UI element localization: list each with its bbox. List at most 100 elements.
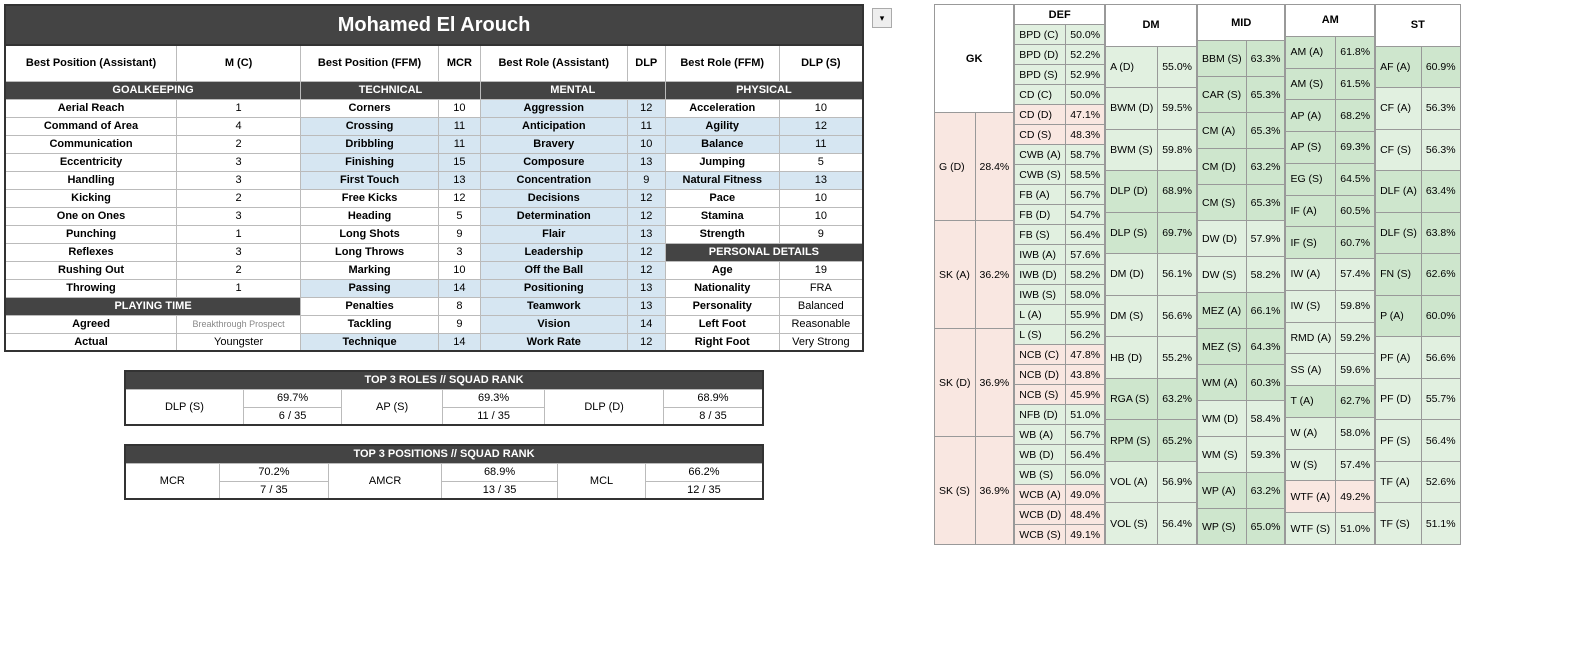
mental-attr-name: Bravery (480, 135, 627, 153)
dropdown-icon[interactable]: ▾ (872, 8, 892, 28)
mental-attr-name: Determination (480, 207, 627, 225)
mental-attr-name: Work Rate (480, 333, 627, 351)
role-name: BBM (S) (1198, 41, 1247, 77)
rolecol-gk: GKG (D)28.4%SK (A)36.2%SK (D)36.9%SK (S)… (934, 4, 1014, 545)
gk-attr-name: Handling (5, 171, 177, 189)
player-name[interactable]: Mohamed El Arouch (5, 5, 863, 45)
role-row: A (D)55.0% (1106, 46, 1197, 88)
section-goalkeeping: GOALKEEPING (5, 81, 301, 99)
playing-time-actual-label: Actual (5, 333, 177, 351)
mental-attr-name: Positioning (480, 279, 627, 297)
role-name: DW (D) (1198, 221, 1247, 257)
phys-attr-val: 11 (779, 135, 863, 153)
gk-attr-name: Throwing (5, 279, 177, 297)
best-pos-ffm-value: MCR (439, 45, 481, 81)
role-pct: 60.0% (1421, 295, 1460, 337)
role-name: WM (D) (1198, 401, 1247, 437)
role-name: CF (A) (1376, 88, 1422, 130)
tech-attr-val: 11 (439, 117, 481, 135)
role-name: IF (S) (1286, 227, 1336, 259)
phys-attr-val: 10 (779, 99, 863, 117)
role-row: MEZ (A)66.1% (1198, 293, 1285, 329)
best-pos-assistant-value: M (C) (177, 45, 301, 81)
role-pct: 47.8% (1066, 345, 1105, 365)
role-row: IW (S)59.8% (1286, 290, 1375, 322)
role-row: BPD (C)50.0% (1015, 25, 1105, 45)
phys-attr-val: 10 (779, 189, 863, 207)
role-row: WCB (S)49.1% (1015, 525, 1105, 545)
role-pct: 58.5% (1066, 165, 1105, 185)
mental-attr-val: 13 (627, 153, 665, 171)
rolecol-header: DEF (1015, 5, 1105, 25)
role-row: WP (S)65.0% (1198, 509, 1285, 545)
gk-attr-val: 3 (177, 207, 301, 225)
role-name: DM (D) (1106, 254, 1158, 296)
role-name: DW (S) (1198, 257, 1247, 293)
role-name: DLF (A) (1376, 171, 1422, 213)
role-name: SK (S) (935, 437, 976, 545)
role-row: NCB (C)47.8% (1015, 345, 1105, 365)
role-row: IWB (A)57.6% (1015, 245, 1105, 265)
role-name: AM (S) (1286, 68, 1336, 100)
role-name: DLP (S) (1106, 212, 1158, 254)
role-row: AP (A)68.2% (1286, 100, 1375, 132)
role-row: BWM (D)59.5% (1106, 88, 1197, 130)
section-technical: TECHNICAL (301, 81, 481, 99)
role-pct: 52.6% (1421, 461, 1460, 503)
personal-name: Age (665, 261, 779, 279)
personal-val: 19 (779, 261, 863, 279)
tech-attr-name: Heading (301, 207, 439, 225)
role-row: AF (A)60.9% (1376, 46, 1461, 88)
mental-attr-val: 11 (627, 117, 665, 135)
role-row: WM (D)58.4% (1198, 401, 1285, 437)
best-role-assistant-value: DLP (627, 45, 665, 81)
role-pct: 57.9% (1246, 221, 1285, 257)
role-name: NCB (D) (1015, 365, 1066, 385)
gk-attr-name: One on Ones (5, 207, 177, 225)
role-name: WCB (S) (1015, 525, 1066, 545)
role-name: WB (S) (1015, 465, 1066, 485)
role-pct: 36.9% (975, 329, 1014, 437)
role-row: FB (S)56.4% (1015, 225, 1105, 245)
role-pct: 56.6% (1421, 337, 1460, 379)
phys-attr-name: Stamina (665, 207, 779, 225)
personal-name: Left Foot (665, 315, 779, 333)
role-name: WB (A) (1015, 425, 1066, 445)
role-name: NFB (D) (1015, 405, 1066, 425)
role-row: CD (S)48.3% (1015, 125, 1105, 145)
role-row: WM (S)59.3% (1198, 437, 1285, 473)
role-name: FB (D) (1015, 205, 1066, 225)
role-name: CM (D) (1198, 149, 1247, 185)
role-pct: 54.7% (1066, 205, 1105, 225)
role-name: VOL (S) (1106, 503, 1158, 545)
role-pct: 47.1% (1066, 105, 1105, 125)
role-row: SK (D)36.9% (935, 329, 1014, 437)
role-row: PF (S)56.4% (1376, 420, 1461, 462)
role-row: CWB (S)58.5% (1015, 165, 1105, 185)
top3-positions: TOP 3 POSITIONS // SQUAD RANK MCR 70.2% … (124, 444, 764, 500)
role-pct: 61.8% (1336, 36, 1375, 68)
role-row: TF (S)51.1% (1376, 503, 1461, 545)
role-name: CD (S) (1015, 125, 1066, 145)
role-row: VOL (A)56.9% (1106, 461, 1197, 503)
role-pct: 65.2% (1158, 420, 1197, 462)
role-row: W (A)58.0% (1286, 417, 1375, 449)
role-pct: 58.0% (1066, 285, 1105, 305)
playing-time-agreed-label: Agreed (5, 315, 177, 333)
section-personal: PERSONAL DETAILS (665, 243, 863, 261)
role-pct: 56.2% (1066, 325, 1105, 345)
role-row: BBM (S)63.3% (1198, 41, 1285, 77)
role-row: BPD (S)52.9% (1015, 65, 1105, 85)
role-row: WB (D)56.4% (1015, 445, 1105, 465)
tech-attr-name: Tackling (301, 315, 439, 333)
role-pct: 28.4% (975, 113, 1014, 221)
role-row: CD (C)50.0% (1015, 85, 1105, 105)
role-name: RPM (S) (1106, 420, 1158, 462)
gk-attr-val: 1 (177, 99, 301, 117)
role-pct: 48.3% (1066, 125, 1105, 145)
role-pct: 55.0% (1158, 46, 1197, 88)
personal-val: Reasonable (779, 315, 863, 333)
role-pct: 49.0% (1066, 485, 1105, 505)
section-mental: MENTAL (480, 81, 665, 99)
role-name: FB (S) (1015, 225, 1066, 245)
